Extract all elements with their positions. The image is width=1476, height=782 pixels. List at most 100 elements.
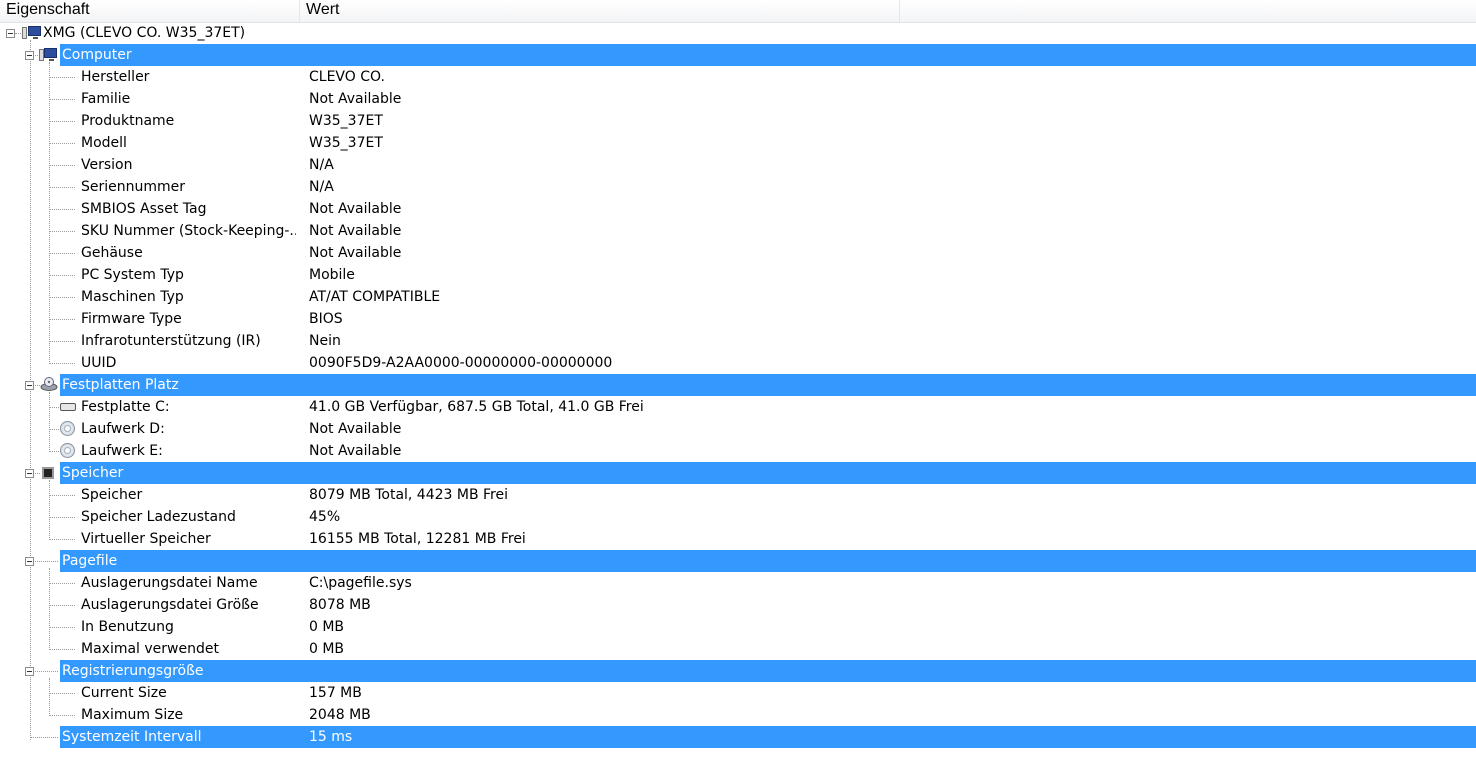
property-row[interactable]: Version N/A bbox=[0, 154, 1476, 176]
property-row[interactable]: Festplatte C: 41.0 GB Verfügbar, 687.5 GB… bbox=[0, 396, 1476, 418]
property-row[interactable]: Current Size 157 MB bbox=[0, 682, 1476, 704]
property-row[interactable]: Auslagerungsdatei Name C:\pagefile.sys bbox=[0, 572, 1476, 594]
property-name: Speicher Ladezustand bbox=[81, 509, 236, 525]
property-row[interactable]: Maximum Size 2048 MB bbox=[0, 704, 1476, 726]
tree-line bbox=[49, 231, 75, 232]
property-name: Laufwerk D: bbox=[81, 421, 165, 437]
property-row[interactable]: Auslagerungsdatei Größe 8078 MB bbox=[0, 594, 1476, 616]
group-registry-size[interactable]: Registrierungsgröße bbox=[0, 660, 1476, 682]
selection-highlight bbox=[60, 44, 1476, 66]
property-row[interactable]: Firmware Type BIOS bbox=[0, 308, 1476, 330]
property-row[interactable]: Speicher 8079 MB Total, 4423 MB Frei bbox=[0, 484, 1476, 506]
drive-icon bbox=[40, 377, 58, 391]
property-row[interactable]: SMBIOS Asset Tag Not Available bbox=[0, 198, 1476, 220]
tree-line bbox=[49, 407, 59, 408]
group-memory[interactable]: Speicher bbox=[0, 462, 1476, 484]
property-row-systemtime[interactable]: Systemzeit Intervall 15 ms bbox=[0, 726, 1476, 748]
column-header-property[interactable]: Eigenschaft bbox=[0, 0, 300, 22]
property-row[interactable]: Seriennummer N/A bbox=[0, 176, 1476, 198]
tree-line bbox=[49, 363, 75, 364]
tree-line bbox=[49, 297, 75, 298]
property-row[interactable]: Modell W35_37ET bbox=[0, 132, 1476, 154]
property-value: Not Available bbox=[309, 421, 402, 437]
property-row[interactable]: Infrarotunterstützung (IR) Nein bbox=[0, 330, 1476, 352]
tree-line bbox=[49, 341, 75, 342]
tree-line bbox=[49, 99, 75, 100]
tree-line bbox=[49, 209, 75, 210]
group-title: Speicher bbox=[62, 465, 124, 481]
property-value: CLEVO CO. bbox=[309, 69, 385, 85]
property-row[interactable]: Gehäuse Not Available bbox=[0, 242, 1476, 264]
property-value: 45% bbox=[309, 509, 341, 525]
collapse-icon[interactable] bbox=[25, 51, 34, 60]
root-label: XMG (CLEVO CO. W35_37ET) bbox=[43, 25, 246, 41]
property-row[interactable]: Maximal verwendet 0 MB bbox=[0, 638, 1476, 660]
group-disk-space[interactable]: Festplatten Platz bbox=[0, 374, 1476, 396]
tree-line bbox=[49, 187, 75, 188]
tree-line bbox=[49, 715, 75, 716]
property-name: Festplatte C: bbox=[81, 399, 170, 415]
tree-line bbox=[49, 517, 75, 518]
property-row[interactable]: Maschinen Typ AT/AT COMPATIBLE bbox=[0, 286, 1476, 308]
tree-line bbox=[49, 693, 75, 694]
property-value: Not Available bbox=[309, 201, 402, 217]
tree-line bbox=[49, 77, 75, 78]
hard-disk-icon bbox=[60, 403, 76, 411]
property-row[interactable]: PC System Typ Mobile bbox=[0, 264, 1476, 286]
property-name: Modell bbox=[81, 135, 127, 151]
group-pagefile[interactable]: Pagefile bbox=[0, 550, 1476, 572]
collapse-icon[interactable] bbox=[25, 381, 34, 390]
tree-line bbox=[30, 671, 58, 672]
property-name: Familie bbox=[81, 91, 131, 107]
property-value: Nein bbox=[309, 333, 341, 349]
property-row[interactable]: In Benutzung 0 MB bbox=[0, 616, 1476, 638]
property-name: Maschinen Typ bbox=[81, 289, 184, 305]
property-row[interactable]: Virtueller Speicher 16155 MB Total, 12281… bbox=[0, 528, 1476, 550]
property-name: Speicher bbox=[81, 487, 143, 503]
property-name: Infrarotunterstützung (IR) bbox=[81, 333, 261, 349]
property-value: 2048 MB bbox=[309, 707, 371, 723]
property-value: BIOS bbox=[309, 311, 343, 327]
tree-line bbox=[49, 495, 75, 496]
property-row[interactable]: Hersteller CLEVO CO. bbox=[0, 66, 1476, 88]
property-row[interactable]: Laufwerk E: Not Available bbox=[0, 440, 1476, 462]
column-header-value[interactable]: Wert bbox=[300, 0, 900, 22]
collapse-icon[interactable] bbox=[25, 667, 34, 676]
property-value: 16155 MB Total, 12281 MB Frei bbox=[309, 531, 526, 547]
tree-line bbox=[49, 627, 75, 628]
property-name: Hersteller bbox=[81, 69, 150, 85]
tree-line bbox=[30, 737, 58, 738]
property-row[interactable]: UUID 0090F5D9-A2AA0000-00000000-00000000 bbox=[0, 352, 1476, 374]
group-computer[interactable]: Computer bbox=[0, 44, 1476, 66]
property-value: Not Available bbox=[309, 91, 402, 107]
property-value: 8078 MB bbox=[309, 597, 371, 613]
tree-line bbox=[49, 605, 75, 606]
computer-icon bbox=[28, 26, 41, 39]
tree-line bbox=[49, 649, 75, 650]
tree-node-root[interactable]: XMG (CLEVO CO. W35_37ET) bbox=[0, 22, 1476, 44]
collapse-icon[interactable] bbox=[25, 469, 34, 478]
tree-line bbox=[49, 253, 75, 254]
property-row[interactable]: Laufwerk D: Not Available bbox=[0, 418, 1476, 440]
group-title: Festplatten Platz bbox=[62, 377, 179, 393]
property-row[interactable]: Familie Not Available bbox=[0, 88, 1476, 110]
property-row[interactable]: SKU Nummer (Stock-Keeping-... Not Availab… bbox=[0, 220, 1476, 242]
tree-line bbox=[49, 121, 75, 122]
property-value: Not Available bbox=[309, 443, 402, 459]
property-value: W35_37ET bbox=[309, 135, 383, 151]
property-name: PC System Typ bbox=[81, 267, 184, 283]
column-header-bar: Eigenschaft Wert bbox=[0, 0, 1476, 23]
column-header-value-label: Wert bbox=[306, 1, 340, 18]
property-name: SKU Nummer (Stock-Keeping-... bbox=[81, 223, 296, 239]
selection-highlight bbox=[60, 374, 1476, 396]
computer-icon bbox=[44, 48, 57, 61]
collapse-icon[interactable] bbox=[25, 557, 34, 566]
tree-line bbox=[49, 143, 75, 144]
tree-line bbox=[49, 583, 75, 584]
property-row[interactable]: Produktname W35_37ET bbox=[0, 110, 1476, 132]
property-row[interactable]: Speicher Ladezustand 45% bbox=[0, 506, 1476, 528]
property-name: Systemzeit Intervall bbox=[62, 729, 202, 745]
collapse-icon[interactable] bbox=[6, 29, 15, 38]
property-name: In Benutzung bbox=[81, 619, 174, 635]
property-value: Mobile bbox=[309, 267, 355, 283]
